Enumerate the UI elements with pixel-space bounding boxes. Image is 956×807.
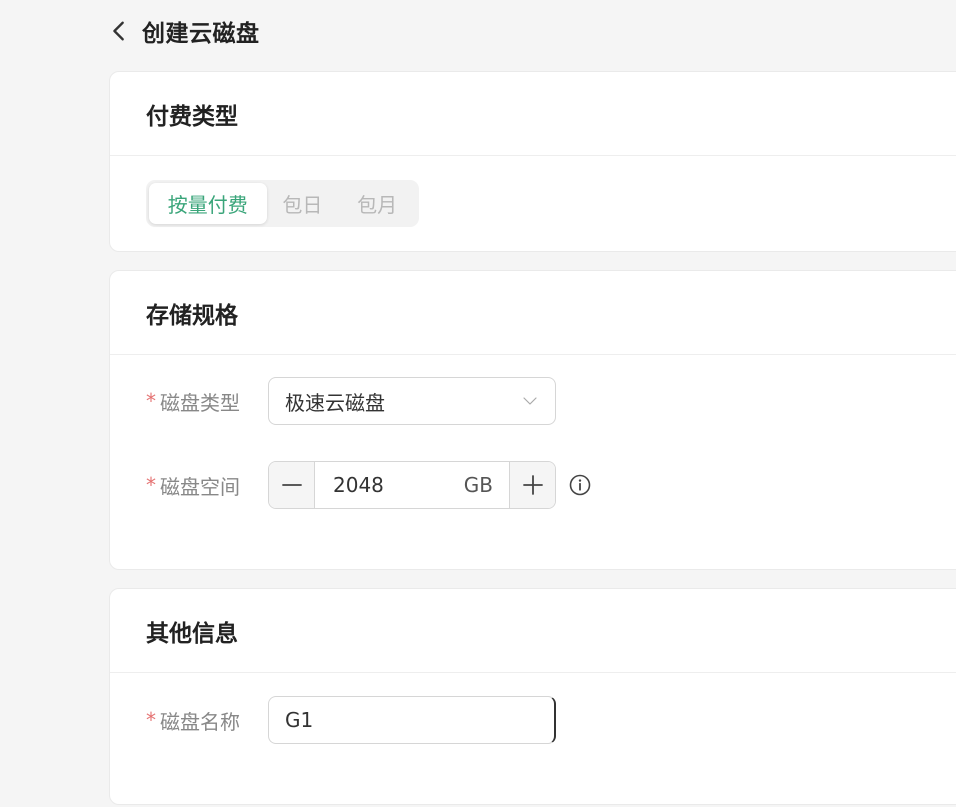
required-mark: * [146,708,156,732]
disk-type-label: * 磁盘类型 [146,387,268,416]
storage-card: 存储规格 * 磁盘类型 极速云磁盘 * 磁盘空间 2048 GB [109,270,956,570]
chevron-down-icon [523,397,537,405]
plus-icon [522,475,543,495]
disk-size-unit: GB [463,473,493,497]
billing-card: 付费类型 按量付费 包日 包月 [109,71,956,252]
disk-type-row: * 磁盘类型 极速云磁盘 [146,377,556,425]
disk-size-input[interactable]: 2048 GB [315,462,509,508]
billing-option-pay-as-you-go[interactable]: 按量付费 [149,183,267,224]
disk-size-label: * 磁盘空间 [146,471,268,500]
page-header: 创建云磁盘 [108,10,260,52]
minus-icon [281,484,302,486]
increment-button[interactable] [509,462,555,508]
other-info-card: 其他信息 * 磁盘名称 [109,588,956,805]
page: 创建云磁盘 付费类型 按量付费 包日 包月 存储规格 * 磁盘类型 极速云磁盘 … [0,0,956,807]
disk-type-select[interactable]: 极速云磁盘 [268,377,556,425]
back-button[interactable] [108,10,136,52]
billing-option-daily[interactable]: 包日 [267,183,339,224]
disk-name-label-text: 磁盘名称 [160,709,240,734]
disk-size-label-text: 磁盘空间 [160,474,240,499]
decrement-button[interactable] [269,462,315,508]
chevron-left-icon [113,21,124,41]
billing-segmented-control: 按量付费 包日 包月 [146,180,419,227]
storage-title: 存储规格 [110,271,956,355]
billing-title: 付费类型 [110,72,956,156]
disk-type-label-text: 磁盘类型 [160,390,240,415]
billing-option-monthly[interactable]: 包月 [338,183,416,224]
disk-type-value: 极速云磁盘 [285,390,385,415]
disk-size-stepper: 2048 GB [268,461,556,509]
disk-size-value: 2048 [333,473,384,497]
disk-name-row: * 磁盘名称 [146,696,556,744]
disk-size-row: * 磁盘空间 2048 GB [146,461,592,509]
disk-name-label: * 磁盘名称 [146,706,268,735]
other-info-title: 其他信息 [110,589,956,673]
required-mark: * [146,389,156,413]
required-mark: * [146,473,156,497]
info-icon[interactable] [568,473,592,497]
page-title: 创建云磁盘 [142,21,260,47]
disk-name-input[interactable] [268,696,556,744]
